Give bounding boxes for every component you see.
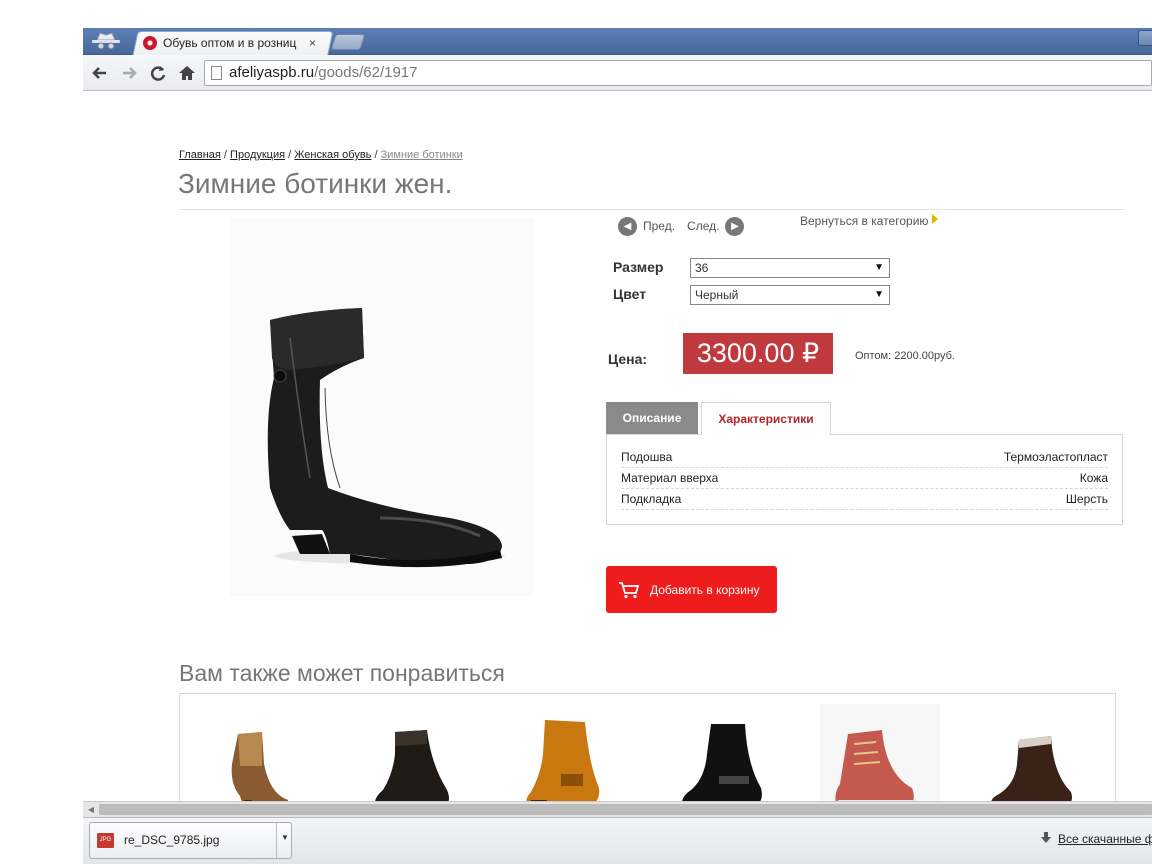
size-label: Размер	[613, 259, 664, 275]
color-label: Цвет	[613, 286, 647, 302]
characteristic-value: Кожа	[1079, 471, 1108, 485]
jpg-file-icon: JPG	[97, 833, 114, 848]
related-product-thumb[interactable]	[975, 704, 1095, 801]
download-bar: JPG re_DSC_9785.jpg ▼ Все скачанные ф	[83, 817, 1152, 864]
screen: Обувь оптом и в розниц × afeliyaspb.ru /g…	[0, 0, 1152, 864]
title-divider	[179, 209, 1125, 210]
browser-toolbar: afeliyaspb.ru/goods/62/1917	[83, 55, 1152, 91]
breadcrumb: Главная / Продукция / Женская обувь / Зи…	[179, 149, 463, 161]
color-value: Черный	[695, 288, 739, 302]
related-products-carousel	[179, 693, 1116, 801]
tab-strip: Обувь оптом и в розниц ×	[83, 28, 1152, 55]
tab-characteristics[interactable]: Характеристики	[701, 402, 831, 435]
site-favicon-icon	[143, 36, 157, 50]
breadcrumb-products-link[interactable]: Продукция	[230, 149, 285, 161]
size-select[interactable]: 36 ▼	[690, 258, 890, 278]
characteristics-panel: Подошва Термоэластопласт Материал вверха…	[606, 434, 1123, 525]
breadcrumb-separator: /	[371, 149, 381, 161]
characteristic-value: Шерсть	[1065, 492, 1108, 506]
tab-close-icon[interactable]: ×	[309, 36, 316, 50]
prev-arrow-icon[interactable]: ◀	[618, 216, 637, 236]
address-bar[interactable]: afeliyaspb.ru/goods/62/1917	[204, 60, 1152, 86]
page-title: Зимние ботинки жен.	[178, 168, 453, 199]
next-link[interactable]: След.	[687, 219, 719, 233]
scroll-left-arrow-icon[interactable]: ◀	[85, 803, 97, 816]
breadcrumb-women-link[interactable]: Женская обувь	[294, 149, 371, 161]
active-tab[interactable]: Обувь оптом и в розниц ×	[143, 31, 328, 55]
characteristic-row: Материал вверха Кожа	[621, 468, 1108, 489]
wholesale-price: Оптом: 2200.00руб.	[855, 350, 955, 362]
next-arrow-icon[interactable]: ▶	[725, 216, 745, 236]
dropdown-caret-icon: ▼	[874, 262, 884, 273]
related-product-thumb[interactable]	[820, 704, 940, 801]
back-to-category-label: Вернуться в категорию	[800, 214, 929, 228]
back-arrow-icon[interactable]	[89, 62, 111, 84]
size-value: 36	[695, 261, 709, 275]
shopping-cart-icon	[619, 581, 640, 598]
url-host: afeliyaspb.ru	[229, 64, 315, 81]
home-icon[interactable]	[176, 62, 198, 84]
characteristic-name: Материал вверха	[621, 471, 719, 485]
related-product-thumb[interactable]	[355, 704, 475, 801]
horizontal-scrollbar[interactable]: ◀	[83, 801, 1152, 817]
download-item[interactable]: JPG re_DSC_9785.jpg ▼	[89, 822, 292, 859]
add-to-cart-label: Добавить в корзину	[650, 582, 760, 597]
all-downloads-link[interactable]: Все скачанные ф	[1040, 832, 1152, 846]
scrollbar-thumb[interactable]	[99, 804, 1152, 815]
all-downloads-label: Все скачанные ф	[1058, 832, 1152, 846]
prev-link[interactable]: Пред.	[643, 219, 675, 233]
window-minimize-button[interactable]	[1138, 30, 1152, 46]
color-select[interactable]: Черный ▼	[690, 285, 890, 305]
characteristic-row: Подкладка Шерсть	[621, 489, 1108, 510]
characteristic-value: Термоэластопласт	[1003, 450, 1108, 464]
page-document-icon	[211, 66, 222, 80]
breadcrumb-current[interactable]: Зимние ботинки	[381, 149, 463, 161]
forward-arrow-icon[interactable]	[118, 62, 140, 84]
dropdown-caret-icon: ▼	[874, 289, 884, 300]
characteristic-name: Подошва	[621, 450, 673, 464]
characteristic-name: Подкладка	[621, 492, 682, 506]
back-to-category-link[interactable]: Вернуться в категорию	[800, 214, 939, 228]
new-tab-button[interactable]	[330, 34, 366, 50]
breadcrumb-separator: /	[285, 149, 295, 161]
price-label: Цена:	[608, 351, 648, 367]
download-menu-chevron-icon[interactable]: ▼	[276, 823, 293, 858]
add-to-cart-button[interactable]: Добавить в корзину	[606, 566, 777, 613]
breadcrumb-home-link[interactable]: Главная	[179, 149, 221, 161]
incognito-icon	[92, 32, 120, 50]
price-value: 3300.00 ₽	[683, 333, 833, 374]
tab-title: Обувь оптом и в розниц	[163, 36, 297, 50]
reload-icon[interactable]	[147, 62, 169, 84]
download-arrow-icon	[1041, 832, 1051, 843]
related-product-thumb[interactable]	[665, 704, 785, 801]
browser-window: Обувь оптом и в розниц × afeliyaspb.ru /g…	[83, 28, 1152, 864]
breadcrumb-separator: /	[220, 149, 231, 161]
related-product-thumb[interactable]	[200, 704, 320, 801]
product-pager: ◀ Пред. След. ▶	[618, 216, 745, 236]
product-photo[interactable]	[230, 218, 534, 596]
url-path: /goods/62/1917	[314, 64, 418, 81]
characteristic-row: Подошва Термоэластопласт	[621, 447, 1108, 468]
tab-description[interactable]: Описание	[606, 402, 698, 434]
triangle-right-icon	[932, 214, 939, 224]
page-content: Главная / Продукция / Женская обувь / Зи…	[83, 92, 1152, 801]
download-file-name: re_DSC_9785.jpg	[124, 833, 220, 847]
related-product-thumb[interactable]	[505, 704, 625, 801]
related-products-title: Вам также может понравиться	[179, 660, 505, 686]
